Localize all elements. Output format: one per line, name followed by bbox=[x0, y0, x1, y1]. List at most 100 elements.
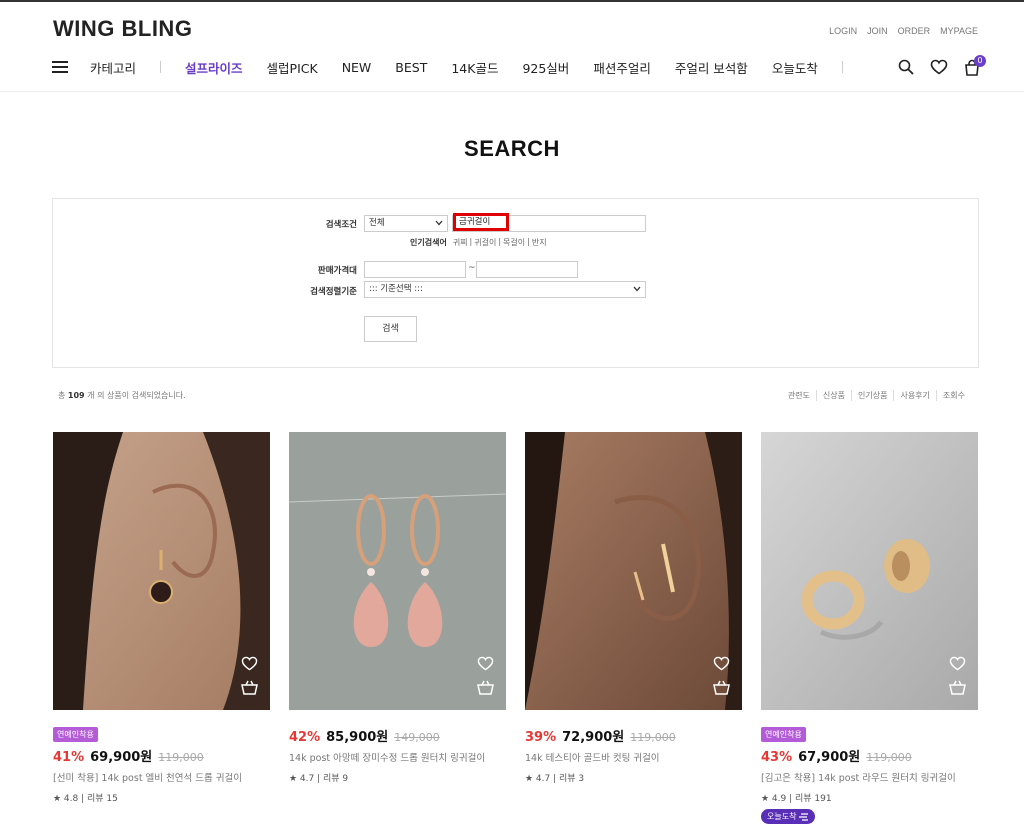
top-border bbox=[0, 0, 1024, 2]
sale-price: 69,900원 bbox=[90, 750, 153, 765]
product-name[interactable]: [김고은 착용] 14k post 라우드 원터치 링귀걸이 bbox=[761, 770, 978, 784]
product-image[interactable] bbox=[761, 432, 978, 710]
price-range-separator: ~ bbox=[468, 263, 476, 273]
sort-criteria-label: 검색정렬기준 bbox=[310, 287, 357, 297]
celebrity-worn-badge: 연예인착용 bbox=[761, 727, 806, 742]
product-name[interactable]: 14k post 아망떼 장미수정 드롭 원터치 링귀걸이 bbox=[289, 750, 506, 764]
original-price: 119,000 bbox=[630, 731, 676, 744]
search-condition-value: 전체 bbox=[369, 218, 385, 228]
add-to-cart-icon[interactable] bbox=[713, 680, 730, 699]
rating-review: ★ 4.7 | 리뷰 3 bbox=[525, 774, 585, 784]
product-card[interactable]: 42% 85,900원 149,000 14k post 아망떼 장미수정 드롭… bbox=[289, 432, 506, 784]
nav-new[interactable]: NEW bbox=[342, 60, 372, 75]
add-to-cart-icon[interactable] bbox=[477, 680, 494, 699]
result-count-suffix: 개 의 상품이 검색되었습니다. bbox=[87, 391, 186, 400]
wishlist-heart-icon[interactable] bbox=[949, 656, 966, 675]
original-price: 149,000 bbox=[394, 731, 440, 744]
nav-best[interactable]: BEST bbox=[395, 60, 427, 75]
product-name[interactable]: [선미 착용] 14k post 엘비 천연석 드롭 귀걸이 bbox=[53, 770, 270, 784]
result-count-number: 109 bbox=[67, 391, 85, 400]
product-card[interactable]: 연예인착용 41% 69,900원 119,000 [선미 착용] 14k po… bbox=[53, 432, 270, 804]
popular-keywords-label: 인기검색어 bbox=[410, 238, 447, 247]
sale-price: 67,900원 bbox=[798, 750, 861, 765]
chevron-down-icon bbox=[435, 220, 443, 226]
menu-icon[interactable] bbox=[52, 61, 68, 73]
discount-rate: 42% bbox=[289, 730, 321, 745]
product-card[interactable]: 39% 72,900원 119,000 14k 테스티아 골드바 컷팅 귀걸이 … bbox=[525, 432, 742, 784]
nav-jewelry-box[interactable]: 주얼리 보석함 bbox=[675, 58, 748, 77]
discount-rate: 39% bbox=[525, 730, 557, 745]
nav-category[interactable]: 카테고리 bbox=[90, 58, 136, 77]
cart-icon[interactable]: 0 bbox=[964, 54, 986, 76]
add-to-cart-icon[interactable] bbox=[949, 680, 966, 699]
site-logo[interactable]: WING BLING bbox=[53, 16, 192, 42]
result-count: 총 109 개 의 상품이 검색되었습니다. bbox=[58, 390, 186, 401]
sort-newest[interactable]: 신상품 bbox=[815, 390, 851, 401]
nav-divider bbox=[160, 61, 162, 73]
wishlist-heart-icon[interactable] bbox=[930, 59, 948, 75]
search-condition-select[interactable]: 전체 bbox=[364, 215, 448, 232]
price-row: 43% 67,900원 119,000 bbox=[761, 746, 978, 765]
discount-rate: 43% bbox=[761, 750, 793, 765]
sort-criteria-select[interactable]: ::: 기준선택 ::: bbox=[364, 281, 646, 298]
search-icon[interactable] bbox=[898, 59, 914, 75]
sort-relevance[interactable]: 관련도 bbox=[782, 390, 816, 401]
search-condition-label: 검색조건 bbox=[325, 220, 357, 230]
result-count-prefix: 총 bbox=[58, 391, 66, 400]
result-sort-options: 관련도 신상품 인기상품 사용후기 조회수 bbox=[782, 390, 971, 401]
search-keyword-input[interactable]: 금귀걸이 bbox=[453, 213, 509, 231]
product-name[interactable]: 14k 테스티아 골드바 컷팅 귀걸이 bbox=[525, 750, 742, 764]
page-title: SEARCH bbox=[464, 136, 560, 161]
header-divider bbox=[0, 91, 1024, 92]
popular-keywords: 인기검색어 귀찌 | 귀걸이 | 목걸이 | 반지 bbox=[410, 237, 547, 248]
rating-review: ★ 4.7 | 리뷰 9 bbox=[289, 774, 349, 784]
price-max-input[interactable] bbox=[476, 261, 578, 278]
join-link[interactable]: JOIN bbox=[867, 26, 888, 36]
order-link[interactable]: ORDER bbox=[898, 26, 931, 36]
popular-keyword[interactable]: 귀걸이 bbox=[474, 237, 496, 248]
product-image[interactable] bbox=[525, 432, 742, 710]
price-row: 41% 69,900원 119,000 bbox=[53, 746, 270, 765]
sale-price: 72,900원 bbox=[562, 730, 625, 745]
wishlist-heart-icon[interactable] bbox=[241, 656, 258, 675]
price-row: 42% 85,900원 149,000 bbox=[289, 726, 506, 745]
today-delivery-label: 오늘도착 bbox=[767, 812, 797, 821]
sort-views[interactable]: 조회수 bbox=[935, 390, 971, 401]
wishlist-heart-icon[interactable] bbox=[477, 656, 494, 675]
wishlist-heart-icon[interactable] bbox=[713, 656, 730, 675]
nav-surprise[interactable]: 설프라이즈 bbox=[185, 58, 243, 77]
price-range-label: 판매가격대 bbox=[317, 266, 357, 276]
nav-celeb-pick[interactable]: 셀럽PICK bbox=[267, 58, 318, 77]
product-image[interactable] bbox=[289, 432, 506, 710]
mypage-link[interactable]: MYPAGE bbox=[940, 26, 978, 36]
nav-divider bbox=[841, 61, 843, 73]
popular-keyword[interactable]: 목걸이 bbox=[503, 237, 525, 248]
sort-popular[interactable]: 인기상품 bbox=[851, 390, 893, 401]
chevron-down-icon bbox=[633, 286, 641, 292]
nav-925-silver[interactable]: 925실버 bbox=[522, 58, 569, 77]
nav-icons: 0 bbox=[898, 54, 986, 80]
popular-keyword[interactable]: 반지 bbox=[532, 237, 547, 248]
original-price: 119,000 bbox=[158, 751, 204, 764]
discount-rate: 41% bbox=[53, 750, 85, 765]
add-to-cart-icon[interactable] bbox=[241, 680, 258, 699]
cart-count-badge: 0 bbox=[974, 54, 986, 67]
nav-today-delivery[interactable]: 오늘도착 bbox=[772, 58, 818, 77]
speed-lines-icon bbox=[799, 812, 809, 821]
popular-keyword[interactable]: 귀찌 bbox=[453, 237, 468, 248]
price-row: 39% 72,900원 119,000 bbox=[525, 726, 742, 745]
login-link[interactable]: LOGIN bbox=[829, 26, 857, 36]
utility-links: LOGIN JOIN ORDER MYPAGE bbox=[829, 26, 978, 36]
today-delivery-badge: 오늘도착 bbox=[761, 809, 816, 824]
sort-criteria-value: ::: 기준선택 ::: bbox=[369, 284, 423, 294]
original-price: 119,000 bbox=[866, 751, 912, 764]
product-card[interactable]: 연예인착용 43% 67,900원 119,000 [김고은 착용] 14k p… bbox=[761, 432, 978, 824]
nav-fashion-jewelry[interactable]: 패션주얼리 bbox=[593, 58, 651, 77]
sort-reviews[interactable]: 사용후기 bbox=[893, 390, 935, 401]
rating-review: ★ 4.8 | 리뷰 15 bbox=[53, 794, 118, 804]
search-button[interactable]: 검색 bbox=[364, 316, 417, 342]
product-image[interactable] bbox=[53, 432, 270, 710]
nav-14k-gold[interactable]: 14K골드 bbox=[451, 58, 498, 77]
celebrity-worn-badge: 연예인착용 bbox=[53, 727, 98, 742]
price-min-input[interactable] bbox=[364, 261, 466, 278]
